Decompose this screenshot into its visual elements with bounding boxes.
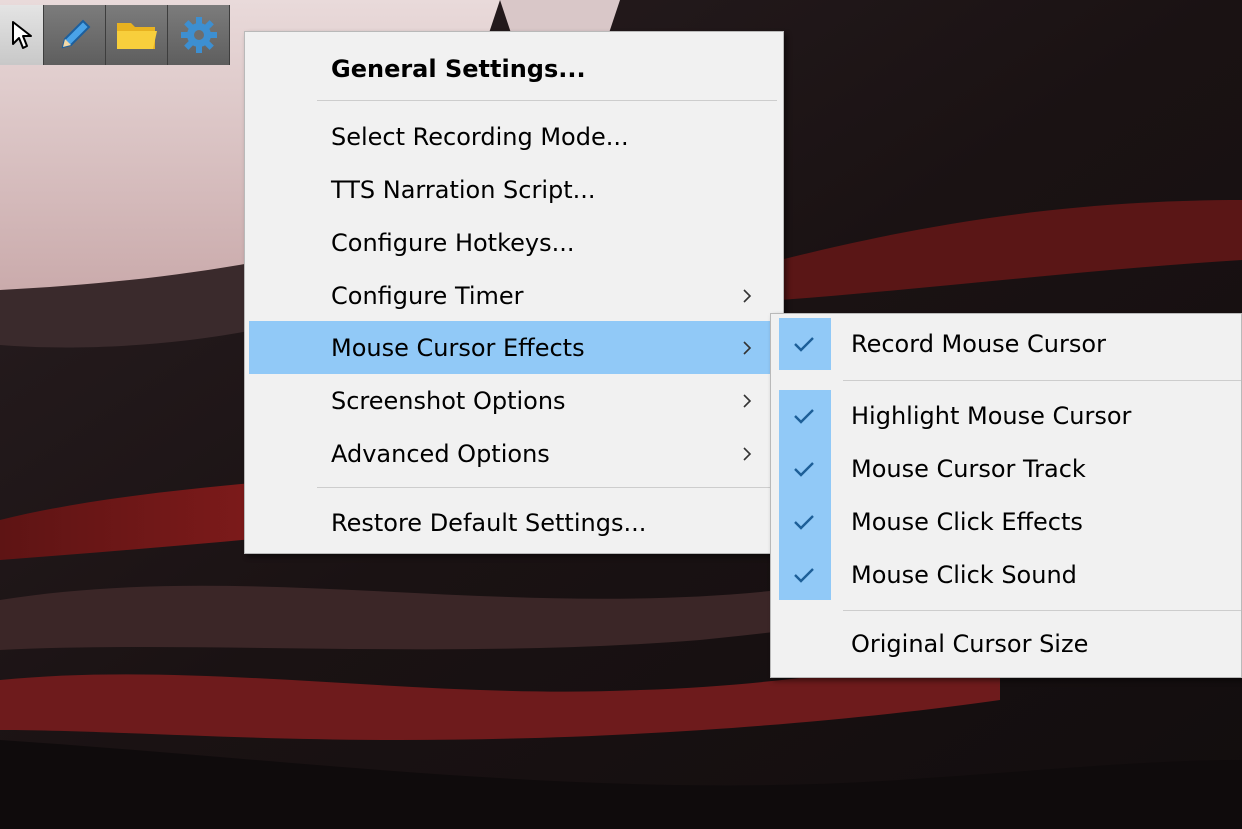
menu-item-label: Screenshot Options (331, 386, 566, 415)
open-folder-button[interactable] (106, 5, 168, 65)
submenu-item-mouse-cursor-track[interactable]: Mouse Cursor Track (771, 443, 1241, 495)
checkmark-icon (794, 462, 814, 477)
submenu-item-mouse-click-effects[interactable]: Mouse Click Effects (771, 496, 1241, 548)
menu-item-general-settings[interactable]: General Settings... (249, 42, 779, 95)
submenu-item-label: Record Mouse Cursor (851, 330, 1106, 358)
select-tool-button[interactable] (0, 5, 44, 65)
submenu-item-label: Mouse Cursor Track (851, 455, 1086, 483)
menu-item-configure-hotkeys[interactable]: Configure Hotkeys... (249, 216, 779, 269)
menu-item-screenshot-options[interactable]: Screenshot Options (249, 374, 779, 427)
menu-item-label: Select Recording Mode... (331, 122, 629, 151)
submenu-item-mouse-click-sound[interactable]: Mouse Click Sound (771, 549, 1241, 601)
menu-item-configure-timer[interactable]: Configure Timer (249, 269, 779, 322)
menu-item-label: Restore Default Settings... (331, 508, 647, 537)
submenu-item-label: Highlight Mouse Cursor (851, 402, 1132, 430)
folder-icon (116, 23, 157, 49)
menu-item-label: Configure Hotkeys... (331, 228, 575, 257)
pencil-icon (61, 19, 90, 49)
menu-item-label: Mouse Cursor Effects (331, 333, 585, 362)
draw-tool-button[interactable] (44, 5, 106, 65)
menu-item-label: Advanced Options (331, 439, 550, 468)
menu-item-select-recording-mode[interactable]: Select Recording Mode... (249, 110, 779, 163)
checkmark-icon (794, 337, 814, 352)
submenu-item-label: Mouse Click Sound (851, 561, 1077, 589)
submenu-item-label: Original Cursor Size (851, 630, 1089, 658)
menu-item-mouse-cursor-effects[interactable]: Mouse Cursor Effects (249, 321, 779, 374)
menu-item-restore-default-settings[interactable]: Restore Default Settings... (249, 496, 779, 549)
menu-separator (317, 487, 777, 488)
menu-item-label: General Settings... (331, 54, 586, 83)
submenu-item-original-cursor-size[interactable]: Original Cursor Size (771, 618, 1241, 670)
chevron-right-icon (743, 288, 752, 303)
chevron-right-icon (743, 446, 752, 461)
checkmark-icon (794, 515, 814, 530)
menu-separator (317, 100, 777, 101)
menu-separator (843, 380, 1241, 381)
submenu-item-highlight-mouse-cursor[interactable]: Highlight Mouse Cursor (771, 390, 1241, 442)
settings-menu: General Settings... Select Recording Mod… (244, 31, 784, 554)
chevron-right-icon (743, 393, 752, 408)
menu-item-label: Configure Timer (331, 281, 524, 310)
submenu-item-label: Mouse Click Effects (851, 508, 1083, 536)
menu-item-tts-narration-script[interactable]: TTS Narration Script... (249, 163, 779, 216)
menu-separator (843, 610, 1241, 611)
cursor-arrow-icon (11, 21, 32, 49)
submenu-item-record-mouse-cursor[interactable]: Record Mouse Cursor (771, 318, 1241, 370)
checkmark-icon (794, 409, 814, 424)
menu-item-advanced-options[interactable]: Advanced Options (249, 427, 779, 480)
menu-item-label: TTS Narration Script... (331, 175, 596, 204)
chevron-right-icon (743, 340, 752, 355)
mouse-cursor-effects-submenu: Record Mouse Cursor Highlight Mouse Curs… (770, 313, 1242, 678)
gear-icon (180, 17, 217, 53)
recorder-toolbar (0, 5, 230, 65)
settings-button[interactable] (168, 5, 230, 65)
checkmark-icon (794, 568, 814, 583)
